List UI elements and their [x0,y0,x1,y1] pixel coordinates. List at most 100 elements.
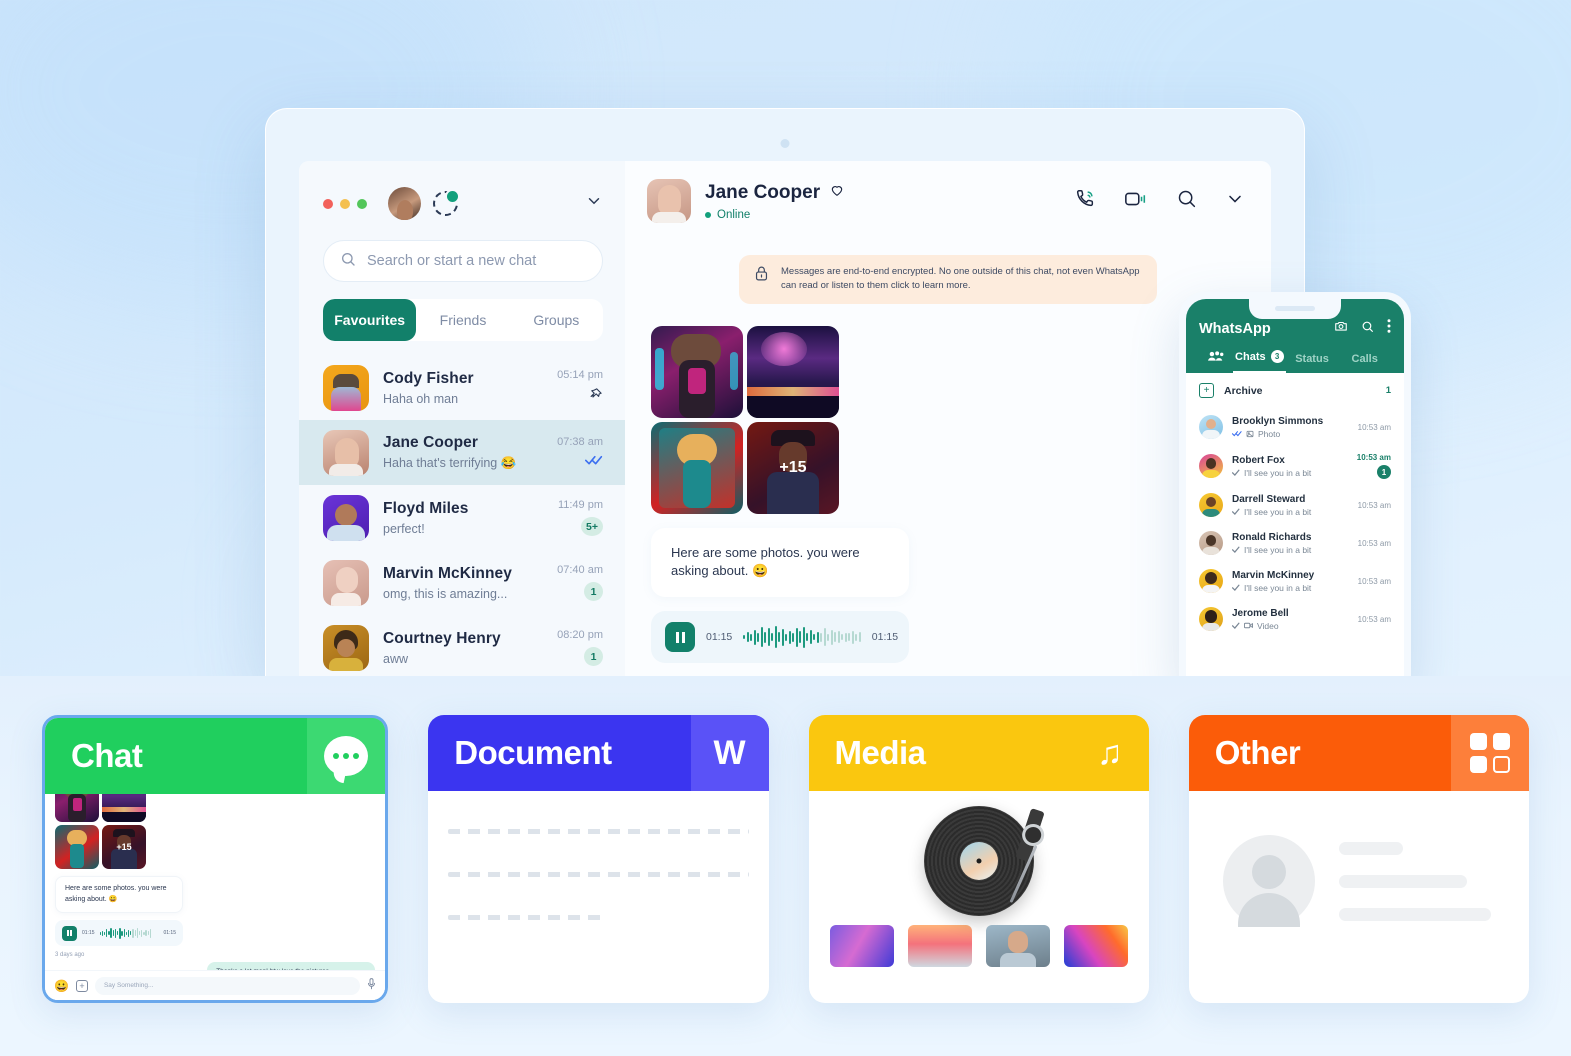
card-document[interactable]: Document W [428,715,769,1003]
media-thumbnail[interactable] [985,925,1050,967]
tab-friends[interactable]: Friends [416,299,509,341]
minimize-window-icon[interactable] [340,198,350,209]
card-chat[interactable]: Chat +15 Here are some photos. you were … [42,715,389,1003]
contact-status-text: Online [717,208,751,221]
tab-calls[interactable]: Calls [1338,353,1391,373]
window-controls[interactable] [323,198,367,209]
search-input[interactable] [367,253,586,269]
phone-chat-row[interactable]: Ronald Richards I'll see you in a bit 10… [1186,524,1404,562]
card-title: Chat [71,737,143,774]
card-body-document [428,791,768,1003]
contact-avatar[interactable] [647,179,691,223]
music-note-icon: ♫ [1070,715,1149,791]
phone-chat-row[interactable]: Robert Fox I'll see you in a bit 10:53 a… [1186,446,1404,486]
pause-button[interactable] [665,622,695,653]
photo-thumbnail-overflow[interactable]: +15 [102,825,146,869]
tab-contacts-icon[interactable] [1199,350,1233,373]
search-icon[interactable] [1361,320,1374,338]
text-message-content: Here are some photos. you were asking ab… [671,544,860,579]
media-thumbnail[interactable] [829,925,894,967]
card-other[interactable]: Other [1188,715,1529,1003]
tab-chats[interactable]: Chats 3 [1233,350,1286,373]
encryption-notice[interactable]: Messages are end-to-end encrypted. No on… [739,255,1157,304]
message-preview: I'll see you in a bit [1232,545,1311,555]
card-media[interactable]: Media ♫ [808,715,1149,1003]
chat-list-item-floyd-miles[interactable]: Floyd Miles perfect! 11:49 pm 5+ [299,485,625,550]
photo-thumbnail[interactable] [102,794,146,822]
voice-call-icon[interactable] [1074,188,1096,215]
chat-list-item-jane-cooper[interactable]: Jane Cooper Haha that's terrifying 😂 07:… [299,420,625,485]
search-icon [340,251,356,272]
overflow-menu-icon[interactable] [1387,319,1391,338]
photo-thumbnail[interactable] [651,421,743,514]
vinyl-record-illustration [809,791,1149,917]
phone-chat-row[interactable]: Brooklyn Simmons Photo 10:53 am [1186,408,1404,446]
attach-plus-icon[interactable]: + [75,979,88,992]
audio-message[interactable]: 01:15 01:15 [651,611,909,664]
search-box[interactable] [323,240,603,282]
mini-audio-message[interactable]: 01:15 01:15 [55,920,183,946]
archive-row[interactable]: + Archive 1 [1186,373,1404,408]
message-time: 10:53 am [1357,538,1391,548]
favourite-heart-icon[interactable] [829,182,845,204]
phone-chat-row[interactable]: Marvin McKinney I'll see you in a bit 10… [1186,562,1404,600]
photo-thumbnail[interactable] [651,325,743,418]
phone-chat-row[interactable]: Jerome Bell Video 10:53 am [1186,600,1404,638]
audio-waveform[interactable] [743,626,861,649]
tab-groups[interactable]: Groups [510,299,603,341]
microphone-icon[interactable] [367,977,376,995]
chat-filter-tabs: Favourites Friends Groups [323,299,603,341]
phone-chat-row[interactable]: Darrell Steward I'll see you in a bit 10… [1186,486,1404,524]
avatar [1199,493,1223,517]
chat-time: 08:20 pm [557,629,603,641]
tab-status[interactable]: Status [1286,353,1339,373]
unread-badge: 1 [584,647,603,666]
unread-badge: 1 [584,582,603,601]
contact-status: Online [705,209,845,221]
chat-time: 11:49 pm [557,499,603,511]
chat-name: Jane Cooper [383,434,478,451]
chat-name: Marvin McKinney [383,564,512,582]
photo-thumbnail[interactable] [747,325,839,418]
avatar [1199,454,1223,478]
message-time: 10:53 am [1357,500,1391,510]
message-preview: Video [1232,621,1289,631]
conversation-menu-chevron-down-icon[interactable] [1225,189,1245,214]
encryption-notice-text: Messages are end-to-end encrypted. No on… [781,266,1140,292]
contact-name: Ronald Richards [1232,531,1312,543]
status-ring-icon[interactable] [433,189,460,216]
close-window-icon[interactable] [323,198,333,209]
online-dot-icon [705,211,711,218]
current-user-avatar[interactable] [388,187,421,220]
photo-grid-message[interactable]: +15 [651,325,839,514]
message-time: 10:53 am [1356,453,1391,462]
chat-preview: Haha oh man [383,391,459,406]
emoji-icon[interactable]: 😀 [54,980,69,992]
chat-list-item-courtney-henry[interactable]: Courtney Henry aww 08:20 pm 1 [299,615,625,680]
message-input[interactable]: Say Something... [94,976,361,995]
camera-icon[interactable] [1334,319,1348,338]
placeholder-line [1338,874,1467,888]
media-thumbnail[interactable] [907,925,972,967]
message-time: 10:53 am [1357,576,1391,586]
video-call-icon[interactable] [1124,188,1148,215]
tab-favourites[interactable]: Favourites [323,299,417,341]
sidebar-menu-chevron-down-icon[interactable] [585,192,603,215]
pause-button[interactable] [62,925,77,941]
photo-thumbnail[interactable] [55,825,99,869]
photo-thumbnail-overflow[interactable]: +15 [747,421,839,514]
maximize-window-icon[interactable] [357,198,367,209]
search-in-chat-icon[interactable] [1176,188,1197,214]
photo-thumbnail[interactable] [55,794,99,822]
chat-list-item-marvin-mckinney[interactable]: Marvin McKinney omg, this is amazing... … [299,550,625,615]
mini-photo-grid[interactable]: +15 [55,794,146,869]
laptop-camera-icon [780,139,790,148]
mini-text-message[interactable]: Here are some photos. you were asking ab… [55,876,183,913]
chat-list-item-cody-fisher[interactable]: Cody Fisher Haha oh man 05:14 pm [299,355,625,420]
text-message-bubble[interactable]: Here are some photos. you were asking ab… [651,527,909,598]
audio-waveform[interactable] [99,927,159,939]
message-preview-text: I'll see you in a bit [1244,582,1312,593]
document-line [448,872,749,877]
media-thumbnail[interactable] [1063,925,1128,967]
double-check-icon [1232,431,1242,437]
